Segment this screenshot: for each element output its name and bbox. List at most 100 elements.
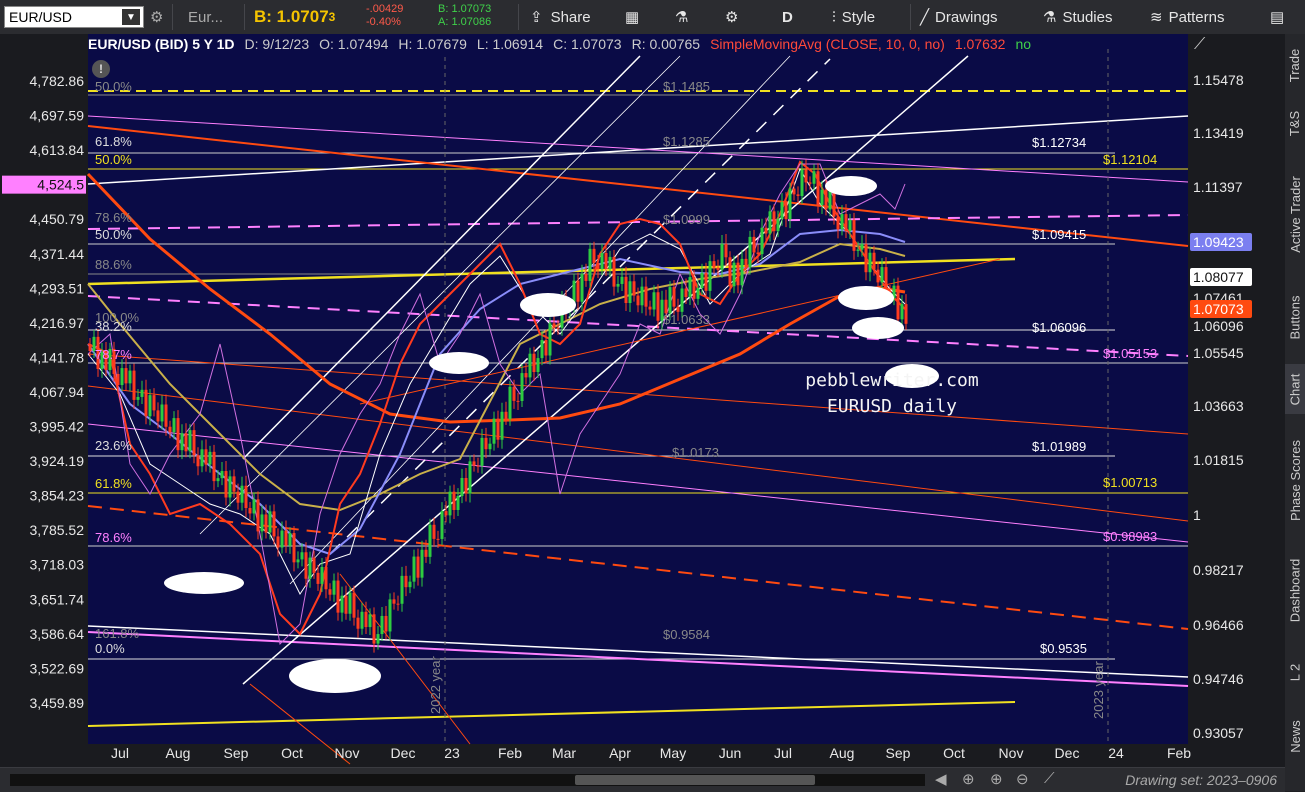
candle-body: [884, 267, 888, 292]
info-icon[interactable]: !: [92, 60, 110, 78]
candle-body: [792, 188, 796, 195]
candle-body: [296, 559, 300, 563]
drawings-button[interactable]: ╱ Drawings: [920, 4, 998, 30]
right-axis-label: 1.15478: [1193, 72, 1244, 88]
candle-body: [692, 277, 696, 299]
candle-body: [348, 592, 352, 614]
month-label: Mar: [552, 745, 576, 761]
candle-body: [536, 358, 540, 372]
candle-body: [484, 437, 488, 450]
candle-body: [432, 524, 436, 539]
sidebar-tab-active-trader[interactable]: Active Trader: [1285, 158, 1305, 270]
month-label: Aug: [166, 745, 191, 761]
candle-body: [636, 295, 640, 306]
study-flag: no: [1015, 36, 1032, 52]
candle-body: [236, 491, 240, 503]
candle-body: [376, 634, 380, 644]
crosshair-icon[interactable]: ⊕: [962, 770, 975, 788]
sidebar-tab-dashboard[interactable]: Dashboard: [1285, 546, 1305, 634]
sidebar-tab-trade[interactable]: Trade: [1285, 42, 1305, 88]
right-sidebar: Trade T&S Active Trader Buttons Chart Phase S…: [1284, 34, 1305, 791]
candle-body: [300, 552, 304, 560]
scroll-thumb[interactable]: [575, 775, 815, 785]
sidebar-tab-chart[interactable]: Chart: [1285, 364, 1305, 414]
sidebar-tab-t-s[interactable]: T&S: [1285, 104, 1305, 142]
price-level-tag: $1.0633: [663, 312, 710, 327]
sidebar-tab-news[interactable]: News: [1285, 710, 1305, 762]
style-button[interactable]: ⫶ Style: [832, 4, 875, 30]
sidebar-tab-label: Active Trader: [1287, 175, 1303, 253]
candle-body: [508, 386, 512, 419]
left-axis-label: 4,613.84: [30, 142, 85, 158]
candle-body: [124, 368, 128, 384]
candle-body: [132, 370, 136, 400]
candle-body: [852, 219, 856, 251]
candle-body: [260, 514, 264, 532]
candle-body: [252, 499, 256, 514]
candle-body: [616, 283, 620, 287]
month-label: Nov: [335, 745, 360, 761]
chart-area[interactable]: 4,782.86 4,697.59 4,613.84 4,524.5 4,450.79 4…: [0, 34, 1285, 767]
candle-body: [836, 216, 840, 230]
candle-body: [444, 511, 448, 516]
gear-icon[interactable]: ⚙: [150, 4, 163, 30]
candle-body: [120, 368, 124, 386]
style-label: Style: [841, 8, 876, 26]
left-axis-label: 3,459.89: [30, 695, 85, 711]
sidebar-tab-l-2[interactable]: L 2: [1285, 650, 1305, 694]
candle-body: [116, 373, 120, 386]
candle-body: [144, 389, 148, 417]
symbol-selector[interactable]: EUR/USD ▼: [4, 6, 144, 28]
candle-body: [492, 418, 496, 444]
candle-body: [148, 395, 152, 417]
quote-tab[interactable]: Eur...: [188, 4, 223, 30]
share-button[interactable]: ⇪ Share: [530, 4, 591, 30]
candle-body: [428, 524, 432, 557]
candle-body: [768, 211, 772, 234]
study-value: 1.07632: [954, 36, 1006, 52]
candle-body: [208, 451, 212, 465]
right-axis-label: 0.98217: [1193, 562, 1244, 578]
studies-button[interactable]: ⚗ Studies: [1043, 4, 1113, 30]
candle-body: [644, 286, 648, 307]
candle-body: [724, 243, 728, 258]
layout-icon[interactable]: ▤: [1270, 4, 1284, 30]
candle-body: [200, 449, 204, 467]
sidebar-tab-phase-scores[interactable]: Phase Scores: [1285, 430, 1305, 530]
left-axis-label: 3,854.23: [30, 488, 85, 504]
month-label: Jul: [111, 745, 129, 761]
period-selector[interactable]: D: [782, 4, 793, 30]
left-axis-label: 4,216.97: [30, 315, 85, 331]
zoom-out-icon[interactable]: ⊖: [1016, 770, 1029, 788]
horizontal-scrollbar[interactable]: [10, 774, 925, 786]
price-level-tag: $1.01989: [1032, 439, 1086, 454]
candle-body: [404, 575, 408, 588]
study-label[interactable]: SimpleMovingAvg (CLOSE, 10, 0, no): [710, 36, 945, 54]
draw-line-icon[interactable]: ⟋: [1044, 770, 1055, 787]
draw-tool-icon[interactable]: ⟋: [1194, 36, 1205, 54]
candle-body: [380, 615, 384, 635]
patterns-button[interactable]: ≋ Patterns: [1150, 4, 1224, 30]
right-axis-label: 0.93057: [1193, 725, 1244, 741]
right-axis-label: 1.06096: [1193, 318, 1244, 334]
left-axis-label: 4,450.79: [30, 211, 85, 227]
right-axis-label: 1.13419: [1193, 125, 1244, 141]
grid-icon[interactable]: ▦: [625, 4, 639, 30]
candle-body: [628, 281, 632, 304]
pan-left-icon[interactable]: ◀: [935, 770, 947, 788]
candle-body: [136, 396, 140, 400]
chevron-down-icon[interactable]: ▼: [122, 9, 140, 25]
highlight-oval: [852, 317, 904, 339]
candle-body: [452, 491, 456, 510]
zoom-in-icon[interactable]: ⊕: [990, 770, 1003, 788]
month-label: 23: [444, 745, 460, 761]
left-axis-label: 4,524.5: [37, 177, 84, 193]
candle-body: [248, 508, 252, 514]
sidebar-tab-label: T&S: [1287, 110, 1303, 136]
settings-icon[interactable]: ⚙: [725, 4, 738, 30]
sidebar-tab-buttons[interactable]: Buttons: [1285, 286, 1305, 348]
flask-icon[interactable]: ⚗: [675, 4, 688, 30]
candle-body: [824, 189, 828, 210]
left-axis-label: 3,785.52: [30, 522, 85, 538]
candle-body: [224, 471, 228, 498]
